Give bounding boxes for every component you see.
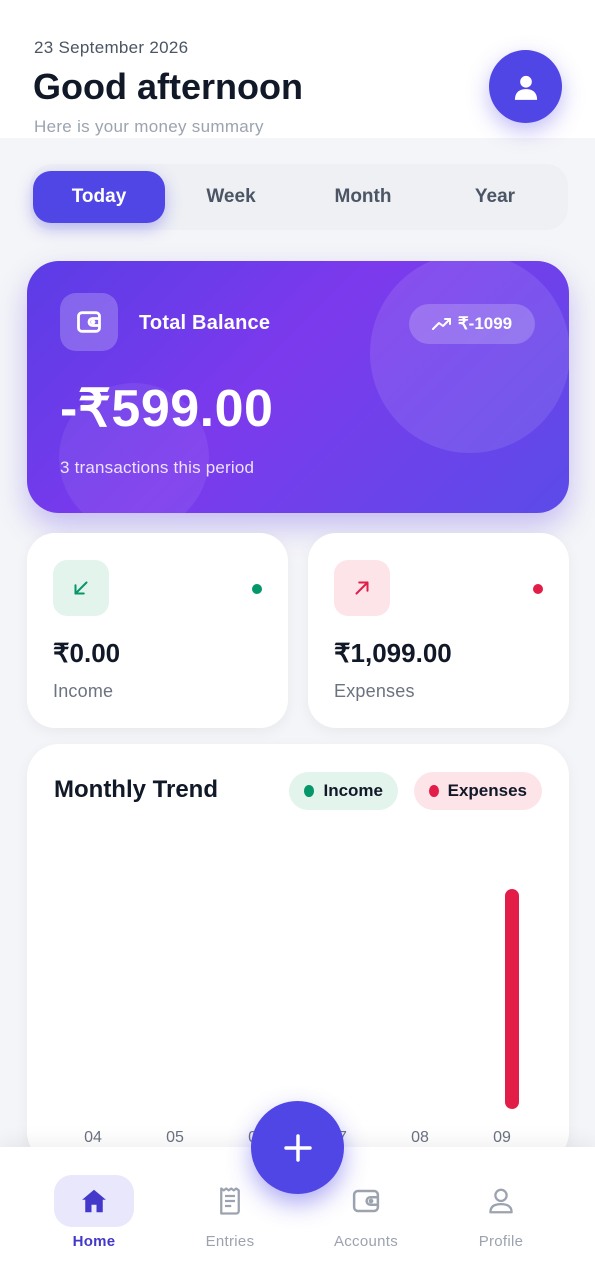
nav-accounts-label: Accounts [333, 1233, 399, 1250]
chart-bar-expenses-09 [505, 889, 519, 1109]
chart-x-tick-label: 04 [84, 1129, 102, 1146]
expenses-amount: ₹1,099.00 [334, 638, 452, 668]
header: 23 September 2026 Good afternoon Here is… [0, 0, 595, 138]
legend-expenses: Expenses [414, 772, 542, 810]
nav-item-home[interactable]: Home [34, 1147, 154, 1280]
receipt-icon [220, 1187, 240, 1215]
nav-entries-label: Entries [205, 1233, 255, 1250]
transaction-count: 3 transactions this period [60, 458, 255, 477]
expenses-icon-box [334, 560, 390, 616]
wallet-icon-box [60, 293, 118, 351]
nav-item-profile[interactable]: Profile [441, 1147, 561, 1280]
current-date: 23 September 2026 [34, 38, 189, 57]
plus-icon [283, 1133, 312, 1162]
tab-year[interactable]: Year [429, 171, 561, 223]
legend-income-dot [304, 785, 315, 797]
nav-accounts-icon-box [326, 1175, 406, 1227]
arrow-down-left-icon [74, 581, 88, 595]
balance-trend-badge: ₹-1099 [409, 304, 535, 344]
home-icon [82, 1189, 106, 1213]
tab-week[interactable]: Week [165, 171, 297, 223]
arrow-up-right-icon [355, 581, 369, 595]
tab-month[interactable]: Month [297, 171, 429, 223]
nav-home-icon-box [54, 1175, 134, 1227]
greeting-subtitle: Here is your money summary [34, 117, 264, 136]
user-icon [489, 1188, 513, 1214]
chart-x-tick-label: 09 [493, 1129, 511, 1146]
legend-income-label: Income [323, 781, 383, 800]
legend-expenses-label: Expenses [447, 781, 527, 800]
user-icon [514, 75, 537, 100]
trend-title: Monthly Trend [54, 776, 218, 803]
nav-home-label: Home [72, 1233, 116, 1250]
chart-x-tick-label: 05 [166, 1129, 184, 1146]
balance-title: Total Balance [139, 312, 271, 334]
balance-amount: -₹599.00 [60, 380, 274, 438]
total-balance-card[interactable]: Total Balance ₹-1099 -₹599.00 3 transact… [27, 261, 569, 513]
income-amount: ₹0.00 [53, 638, 121, 668]
legend-expenses-dot [429, 785, 439, 797]
nav-profile-label: Profile [478, 1233, 524, 1250]
period-tabs: Today Week Month Year [30, 164, 568, 230]
expenses-status-dot [533, 584, 543, 594]
profile-avatar-button[interactable] [489, 50, 562, 123]
expenses-card[interactable]: ₹1,099.00 Expenses [308, 533, 569, 728]
chart-x-tick-label: 08 [411, 1129, 429, 1146]
income-icon-box [53, 560, 109, 616]
greeting-title: Good afternoon [33, 66, 303, 107]
nav-profile-icon-box [461, 1175, 541, 1227]
income-label: Income [53, 681, 114, 701]
income-card[interactable]: ₹0.00 Income [27, 533, 288, 728]
income-status-dot [252, 584, 262, 594]
wallet-icon [77, 311, 101, 333]
tab-today[interactable]: Today [33, 171, 165, 223]
nav-entries-icon-box [190, 1175, 270, 1227]
legend-income: Income [289, 772, 398, 810]
wallet-icon [352, 1189, 380, 1213]
add-entry-button[interactable] [251, 1101, 344, 1194]
trending-icon [431, 318, 451, 330]
decorative-circle [370, 261, 569, 453]
balance-trend-value: ₹-1099 [457, 314, 513, 333]
expenses-label: Expenses [334, 681, 415, 701]
